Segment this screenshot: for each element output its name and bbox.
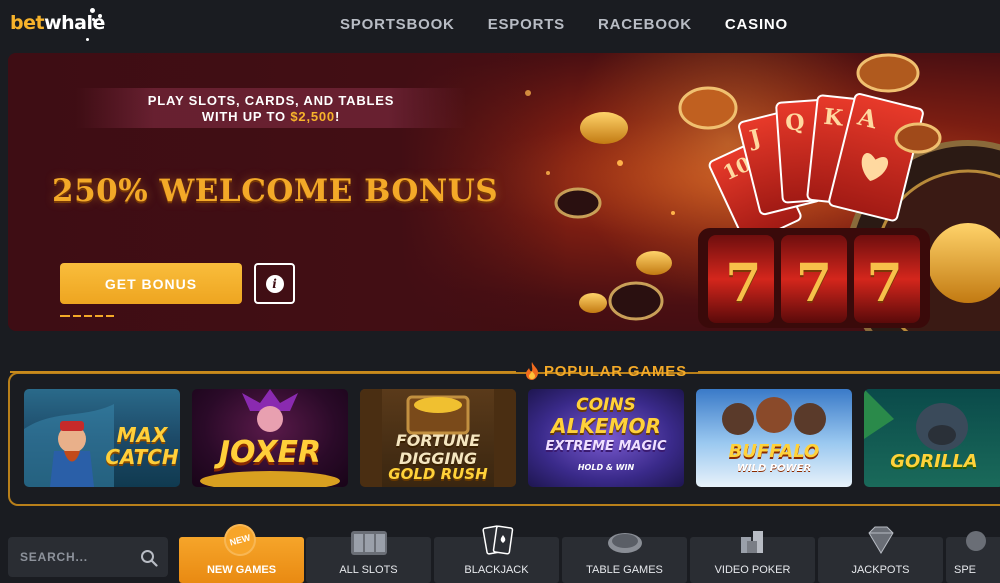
promo-amount: $2,500	[290, 109, 335, 124]
logo-dots-icon	[86, 6, 106, 46]
game-title: COINS	[576, 395, 636, 415]
info-button[interactable]: i	[254, 263, 295, 304]
game-tile-joxer[interactable]: JOXER	[192, 389, 348, 487]
category-label: NEW GAMES	[206, 564, 277, 576]
category-table-games[interactable]: TABLE GAMES	[562, 533, 687, 583]
playing-cards-icon	[481, 525, 513, 555]
banner-title: 250% WELCOME BONUS	[52, 173, 499, 209]
carousel-dot[interactable]	[73, 315, 81, 317]
game-subtitle: CATCH	[105, 445, 179, 469]
game-title: BUFFALO	[728, 441, 820, 462]
category-label: SPE	[954, 564, 977, 576]
category-jackpots[interactable]: JACKPOTS	[818, 526, 943, 583]
carousel-indicators	[60, 315, 117, 317]
nav-casino[interactable]: CASINO	[725, 16, 788, 33]
carousel-dot[interactable]	[60, 315, 70, 317]
svg-text:Q: Q	[785, 109, 806, 136]
search-box	[8, 537, 168, 577]
game-tile-fortune-digging[interactable]: FORTUNE DIGGING GOLD RUSH	[360, 389, 516, 487]
category-bar: NEW NEW GAMES ALL SLOTS BLACKJACK TABLE …	[0, 520, 1000, 583]
carousel-dot[interactable]	[106, 315, 114, 317]
game-title: JOXER	[218, 435, 322, 470]
reel-seven: 7	[866, 253, 903, 314]
promo-line-2: WITH UP TO $2,500!	[76, 109, 466, 124]
category-label: ALL SLOTS	[339, 564, 398, 576]
nav-racebook[interactable]: RACEBOOK	[598, 16, 692, 33]
category-blackjack[interactable]: BLACKJACK	[434, 525, 559, 583]
promo-prefix: WITH UP TO	[201, 109, 291, 124]
info-icon: i	[265, 274, 284, 293]
game-title: FORTUNE	[395, 431, 481, 450]
gorilla-icon	[864, 389, 968, 451]
divider	[10, 371, 516, 373]
slot-reels-icon	[350, 531, 387, 555]
divider	[698, 371, 1000, 373]
category-label: JACKPOTS	[851, 564, 910, 576]
game-tile-gorilla[interactable]: GORILLA	[864, 389, 1000, 487]
nav-sportsbook[interactable]: SPORTSBOOK	[340, 16, 455, 33]
game-title: GORILLA	[890, 451, 978, 472]
game-badge: HOLD & WIN	[577, 463, 635, 472]
search-input[interactable]	[20, 550, 130, 564]
category-specials[interactable]: SPE	[946, 531, 1000, 583]
game-subtitle: WILD POWER	[736, 463, 812, 474]
logo-bet-text: bet	[10, 12, 45, 34]
promo-strip: PLAY SLOTS, CARDS, AND TABLES WITH UP TO…	[76, 88, 466, 128]
nav-esports[interactable]: ESPORTS	[488, 16, 565, 33]
game-subtitle: ALKEMOR	[551, 414, 661, 438]
roulette-table-icon	[607, 533, 642, 553]
game-subtitle: GOLD RUSH	[388, 465, 488, 483]
chip-stack-icon	[740, 531, 763, 553]
category-new-games[interactable]: NEW NEW GAMES	[179, 520, 304, 583]
fire-icon	[526, 362, 539, 380]
popular-games-header: POPULAR GAMES	[0, 362, 1000, 382]
game-subtitle: EXTREME MAGIC	[545, 439, 667, 454]
reel-seven: 7	[725, 253, 762, 314]
search-icon[interactable]	[140, 549, 158, 567]
new-badge: NEW	[220, 520, 260, 560]
carousel-dot[interactable]	[95, 315, 103, 317]
category-label: BLACKJACK	[464, 564, 529, 576]
category-label: VIDEO POKER	[714, 564, 791, 576]
main-nav: SPORTSBOOK ESPORTS RACEBOOK CASINO	[340, 16, 821, 33]
game-tile-max-catch[interactable]: MAX CATCH	[24, 389, 180, 487]
get-bonus-button[interactable]: GET BONUS	[60, 263, 242, 304]
game-tile-coins-of-alkemor[interactable]: COINS ALKEMOR EXTREME MAGIC HOLD & WIN	[528, 389, 684, 487]
game-tile-buffalo[interactable]: BUFFALO WILD POWER	[696, 389, 852, 487]
popular-games-label: POPULAR GAMES	[544, 362, 687, 380]
promo-banner[interactable]: 10 J Q K A 7 7 7 PLAY SLOTS, CARDS, AND …	[8, 53, 1000, 331]
reel-seven: 7	[795, 253, 833, 314]
diamond-icon	[867, 526, 894, 554]
carousel-dot[interactable]	[84, 315, 92, 317]
popular-games-row: MAX CATCH JOXER FORTUNE DIGGING GOLD RUS…	[24, 389, 1000, 487]
specials-icon	[966, 531, 986, 551]
promo-line-1: PLAY SLOTS, CARDS, AND TABLES	[147, 93, 395, 108]
popular-games-title: POPULAR GAMES	[525, 362, 687, 380]
category-all-slots[interactable]: ALL SLOTS	[306, 531, 431, 583]
top-header: betwhale SPORTSBOOK ESPORTS RACEBOOK CAS…	[0, 0, 1000, 50]
category-label: TABLE GAMES	[586, 564, 663, 576]
category-video-poker[interactable]: VIDEO POKER	[690, 531, 815, 583]
promo-suffix: !	[334, 109, 341, 124]
svg-text:K: K	[822, 104, 845, 132]
slot-reel-sevens: 7 7 7	[708, 253, 920, 314]
game-title: MAX	[116, 423, 168, 447]
